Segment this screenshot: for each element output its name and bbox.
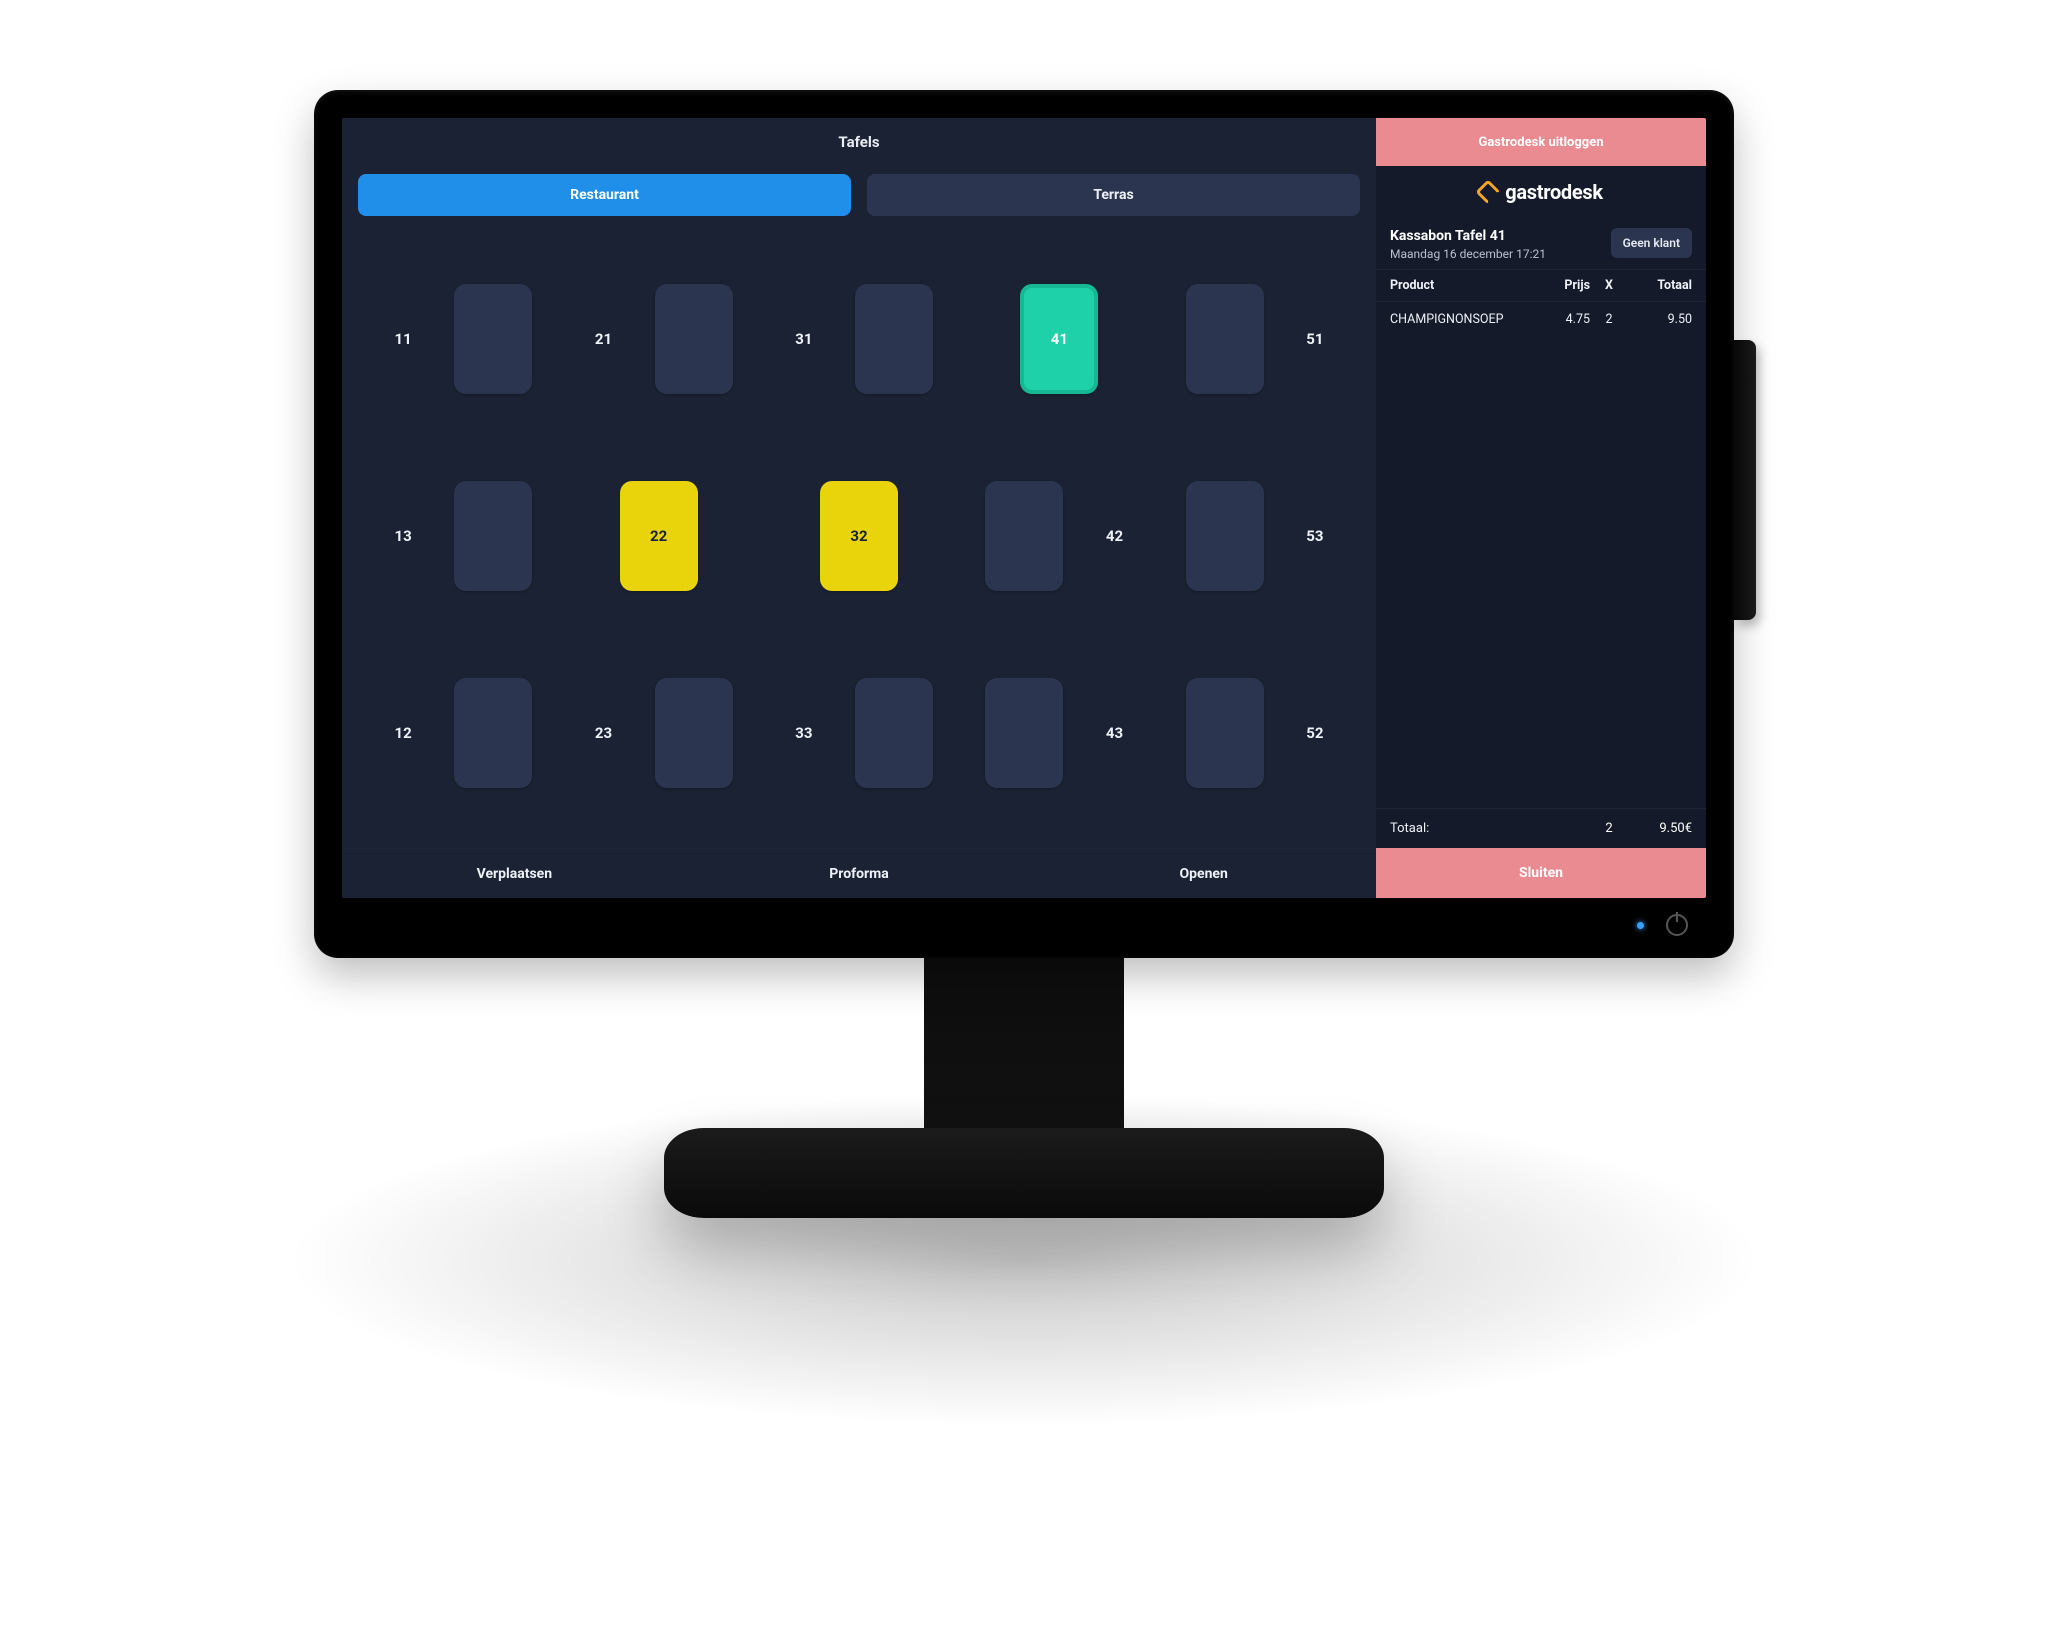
table-cell: 12 (368, 645, 548, 822)
table-tile-43[interactable] (985, 678, 1063, 788)
table-tile-53[interactable] (1186, 481, 1264, 591)
table-number-label: 43 (1095, 724, 1133, 742)
main-area: Tafels Restaurant Terras 11 21 31 41 51 13 22 3… (342, 118, 1376, 898)
table-cell: 31 (769, 250, 949, 427)
power-led-icon (1637, 922, 1644, 929)
monitor-neck (924, 954, 1124, 1134)
area-tabs: Restaurant Terras (342, 166, 1376, 224)
monitor-base (664, 1128, 1384, 1218)
table-number-label: 33 (785, 724, 823, 742)
receipt-panel: Gastrodesk uitloggen gastrodesk Kassabon… (1376, 118, 1706, 898)
col-qty: X (1590, 278, 1628, 293)
col-total: Totaal (1628, 278, 1692, 293)
totals-amount: 9.50€ (1628, 821, 1692, 836)
logout-button[interactable]: Gastrodesk uitloggen (1376, 118, 1706, 166)
table-tile-41[interactable]: 41 (1020, 284, 1098, 394)
tab-terras[interactable]: Terras (867, 174, 1360, 216)
close-button[interactable]: Sluiten (1376, 848, 1706, 898)
receipt-body: CHAMPIGNONSOEP4.7529.50 (1376, 302, 1706, 808)
receipt-date: Maandag 16 december 17:21 (1390, 247, 1546, 261)
receipt-item-name: CHAMPIGNONSOEP (1390, 312, 1532, 327)
receipt-item-price: 4.75 (1532, 312, 1590, 327)
table-tile-52[interactable] (1186, 678, 1264, 788)
col-price: Prijs (1532, 278, 1590, 293)
receipt-header: Kassabon Tafel 41 Maandag 16 december 17… (1376, 218, 1706, 269)
table-number-label: 52 (1296, 724, 1334, 742)
tab-restaurant[interactable]: Restaurant (358, 174, 851, 216)
table-number-label: 53 (1296, 527, 1334, 545)
table-tile-31[interactable] (855, 284, 933, 394)
receipt-item-total: 9.50 (1628, 312, 1692, 327)
table-cell: 42 (969, 447, 1149, 624)
tables-grid: 11 21 31 41 51 13 22 32 42 53 12 23 33 43 52 (342, 224, 1376, 848)
table-cell: 21 (568, 250, 748, 427)
chin-controls (1637, 914, 1688, 936)
table-number-label: 23 (584, 724, 622, 742)
receipt-title: Kassabon Tafel 41 (1390, 228, 1546, 244)
page-title: Tafels (342, 118, 1376, 166)
table-tile-21[interactable] (655, 284, 733, 394)
open-button[interactable]: Openen (1031, 849, 1376, 898)
table-cell: 13 (368, 447, 548, 624)
table-tile-22[interactable]: 22 (620, 481, 698, 591)
receipt-totals: Totaal: 2 9.50€ (1376, 808, 1706, 848)
table-cell: 23 (568, 645, 748, 822)
table-cell: 11 (368, 250, 548, 427)
brand-logo: gastrodesk (1376, 166, 1706, 218)
table-number-label: 12 (384, 724, 422, 742)
power-icon[interactable] (1666, 914, 1688, 936)
table-tile-12[interactable] (454, 678, 532, 788)
table-tile-42[interactable] (985, 481, 1063, 591)
totals-label: Totaal: (1390, 821, 1532, 836)
receipt-row[interactable]: CHAMPIGNONSOEP4.7529.50 (1376, 302, 1706, 335)
table-cell: 51 (1170, 250, 1350, 427)
col-product: Product (1390, 278, 1532, 293)
table-number-label: 31 (785, 330, 823, 348)
table-cell: 41 (969, 250, 1149, 427)
table-number-label: 13 (384, 527, 422, 545)
brand-icon (1476, 179, 1501, 204)
table-number-label: 21 (584, 330, 622, 348)
table-cell: 22 (568, 447, 748, 624)
table-cell: 52 (1170, 645, 1350, 822)
table-tile-32[interactable]: 32 (820, 481, 898, 591)
table-tile-11[interactable] (454, 284, 532, 394)
receipt-column-headers: Product Prijs X Totaal (1376, 269, 1706, 302)
table-number-label: 11 (384, 330, 422, 348)
proforma-button[interactable]: Proforma (687, 849, 1032, 898)
receipt-item-qty: 2 (1590, 312, 1628, 327)
pos-screen: Tafels Restaurant Terras 112131415113223… (342, 118, 1706, 898)
totals-qty: 2 (1590, 821, 1628, 836)
table-tile-13[interactable] (454, 481, 532, 591)
monitor-bezel: Tafels Restaurant Terras 112131415113223… (314, 90, 1734, 958)
no-customer-button[interactable]: Geen klant (1611, 228, 1692, 258)
pos-monitor: Tafels Restaurant Terras 112131415113223… (314, 90, 1734, 1218)
table-cell: 32 (769, 447, 949, 624)
table-tile-51[interactable] (1186, 284, 1264, 394)
move-button[interactable]: Verplaatsen (342, 849, 687, 898)
table-tile-23[interactable] (655, 678, 733, 788)
brand-text: gastrodesk (1505, 180, 1603, 204)
table-cell: 33 (769, 645, 949, 822)
table-cell: 53 (1170, 447, 1350, 624)
table-number-label: 42 (1095, 527, 1133, 545)
bottom-actions: Verplaatsen Proforma Openen (342, 848, 1376, 898)
card-reader (1734, 340, 1756, 620)
table-tile-33[interactable] (855, 678, 933, 788)
table-number-label: 51 (1296, 330, 1334, 348)
table-cell: 43 (969, 645, 1149, 822)
